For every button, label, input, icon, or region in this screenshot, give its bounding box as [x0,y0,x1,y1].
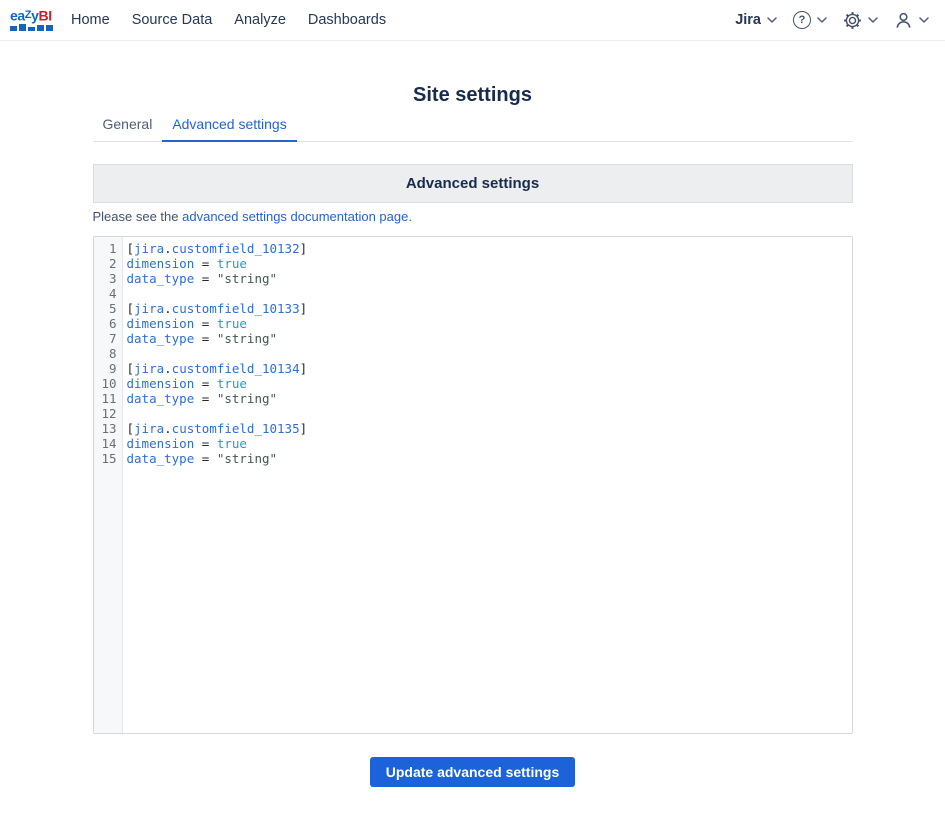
nav-item-source-data[interactable]: Source Data [132,12,213,28]
main-content: Site settings General Advanced settings … [93,83,853,787]
code-line: data_type = "string" [127,271,852,286]
code-line: dimension = true [127,376,852,391]
update-advanced-settings-button[interactable]: Update advanced settings [370,757,576,787]
code-line: dimension = true [127,316,852,331]
line-number: 5 [94,301,122,316]
line-number: 8 [94,346,122,361]
help-icon: ? [793,11,811,29]
line-number: 11 [94,391,122,406]
settings-menu[interactable] [843,11,878,30]
code-line: data_type = "string" [127,451,852,466]
doc-note-text: Please see the [93,209,183,224]
editor-code[interactable]: [jira.customfield_10132]dimension = true… [123,237,852,733]
jira-menu-label: Jira [735,12,761,28]
line-number: 1 [94,241,122,256]
line-number: 6 [94,316,122,331]
account-menu[interactable] [894,11,929,30]
nav-item-analyze[interactable]: Analyze [234,12,286,28]
code-line: data_type = "string" [127,331,852,346]
chevron-down-icon [868,17,878,23]
user-icon [894,11,913,30]
tabs: General Advanced settings [93,116,853,142]
chevron-down-icon [919,17,929,23]
line-number: 14 [94,436,122,451]
tab-general[interactable]: General [93,116,163,141]
logo-part: BI [39,8,52,24]
button-row: Update advanced settings [93,757,853,787]
jira-menu[interactable]: Jira [735,12,777,28]
chevron-down-icon [767,17,777,23]
code-line: dimension = true [127,256,852,271]
line-number: 12 [94,406,122,421]
code-line: [jira.customfield_10132] [127,241,852,256]
nav-item-dashboards[interactable]: Dashboards [308,12,386,28]
nav-item-home[interactable]: Home [71,12,110,28]
code-line: [jira.customfield_10134] [127,361,852,376]
nav-right: Jira ? [735,11,929,30]
help-menu[interactable]: ? [793,11,827,29]
line-number: 3 [94,271,122,286]
line-number: 15 [94,451,122,466]
top-nav: eaZyBI Home Source Data Analyze Dashboar… [0,0,945,41]
line-number: 9 [94,361,122,376]
page-title: Site settings [93,83,853,107]
line-number: 4 [94,286,122,301]
editor-gutter: 123456789101112131415 [94,237,123,733]
code-line: data_type = "string" [127,391,852,406]
logo-text: eaZyBI [10,9,53,23]
documentation-link[interactable]: advanced settings documentation page. [182,209,412,224]
eazybi-logo[interactable]: eaZyBI [10,9,53,31]
line-number: 10 [94,376,122,391]
logo-part: y [31,8,38,24]
line-number: 7 [94,331,122,346]
chevron-down-icon [817,17,827,23]
code-line [127,346,852,361]
code-line [127,286,852,301]
logo-part: ea [10,8,25,24]
code-line: dimension = true [127,436,852,451]
advanced-settings-editor[interactable]: 123456789101112131415 [jira.customfield_… [93,236,853,734]
tab-advanced-settings[interactable]: Advanced settings [162,116,296,142]
line-number: 13 [94,421,122,436]
code-line: [jira.customfield_10133] [127,301,852,316]
panel-header: Advanced settings [93,164,853,203]
main-nav: Home Source Data Analyze Dashboards [71,12,408,28]
panel-header-label: Advanced settings [406,175,539,192]
line-number: 2 [94,256,122,271]
logo-bars-icon [10,24,53,31]
doc-note: Please see the advanced settings documen… [93,209,853,224]
code-line [127,406,852,421]
code-line: [jira.customfield_10135] [127,421,852,436]
gear-icon [843,11,862,30]
